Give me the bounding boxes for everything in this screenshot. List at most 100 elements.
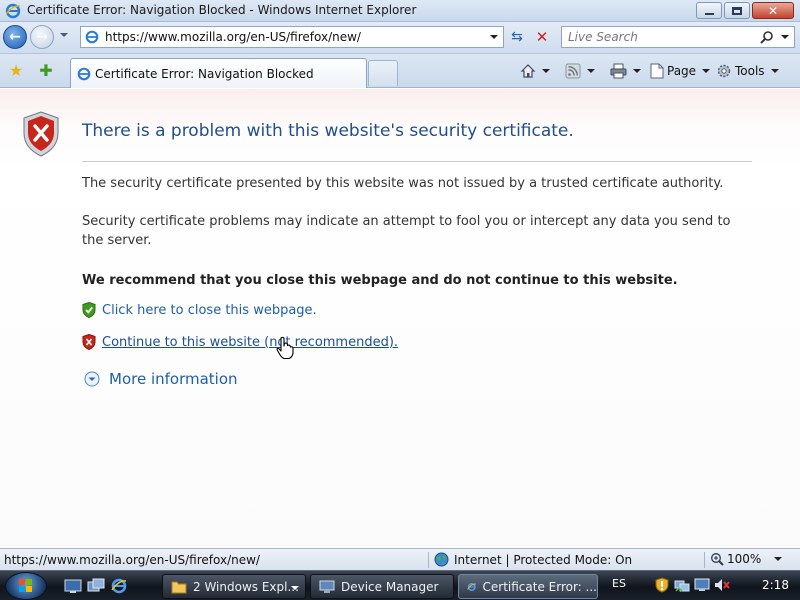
security-zone[interactable]: Internet | Protected Mode: On	[434, 552, 632, 567]
window-title: Certificate Error: Navigation Blocked - …	[27, 3, 417, 17]
back-button[interactable]: ←	[3, 25, 27, 49]
printer-icon	[610, 63, 627, 79]
recommendation-text: We recommend that you close this webpage…	[82, 273, 678, 288]
ie-logo-icon	[5, 3, 21, 19]
taskbar-item-label: Device Manager	[341, 579, 439, 594]
favorites-star-icon[interactable]: ★	[7, 62, 25, 80]
taskbar-item-label: Certificate Error: ...	[482, 579, 598, 594]
rss-feed-icon	[565, 63, 581, 79]
internet-explorer-icon	[467, 582, 476, 591]
more-information-label: More information	[109, 370, 238, 388]
status-separator	[704, 552, 705, 568]
page-dropdown-icon	[702, 69, 711, 73]
green-shield-check-icon	[82, 302, 96, 318]
home-button[interactable]	[520, 62, 550, 80]
page-content: There is a problem with this website's s…	[0, 89, 800, 548]
close-webpage-row: Click here to close this webpage.	[82, 302, 317, 318]
print-dropdown-icon[interactable]	[633, 69, 641, 73]
switch-windows-icon[interactable]	[87, 577, 105, 595]
taskbar-item-windows-explorer[interactable]: 2 Windows Expl...	[162, 574, 306, 599]
stop-icon: ✕	[535, 28, 549, 46]
maximize-button[interactable]	[724, 2, 750, 19]
system-clock[interactable]: 2:18	[762, 578, 789, 592]
internet-explorer-icon[interactable]	[110, 577, 128, 595]
tab-certificate-error[interactable]: Certificate Error: Navigation Blocked	[70, 58, 367, 88]
print-button[interactable]	[610, 62, 641, 80]
address-toolbar: ← → https://www.mozilla.org/en-US/firefo…	[0, 22, 800, 54]
minimize-icon	[704, 12, 714, 15]
hand-cursor-icon	[276, 336, 294, 360]
expand-chevron-icon	[84, 371, 100, 387]
forward-button[interactable]: →	[30, 25, 54, 49]
feeds-dropdown-icon[interactable]	[587, 69, 595, 73]
search-box[interactable]: Live Search	[561, 26, 795, 48]
new-tab-button[interactable]	[368, 60, 398, 86]
security-zone-label: Internet | Protected Mode: On	[454, 552, 633, 567]
network-status-icon[interactable]	[674, 577, 690, 593]
search-dropdown-icon[interactable]	[781, 35, 789, 39]
search-placeholder[interactable]: Live Search	[568, 30, 638, 44]
status-url: https://www.mozilla.org/en-US/firefox/ne…	[4, 553, 260, 567]
status-separator	[428, 552, 429, 568]
back-arrow-icon: ←	[9, 29, 21, 45]
security-center-shield-icon[interactable]	[654, 577, 670, 593]
zoom-magnifier-icon	[711, 553, 724, 566]
more-information-toggle[interactable]: More information	[84, 370, 238, 388]
recent-pages-dropdown[interactable]	[60, 33, 68, 37]
home-dropdown-icon[interactable]	[542, 69, 550, 73]
close-window-button[interactable]: ✕	[752, 2, 794, 19]
tools-dropdown-icon	[770, 69, 779, 73]
windows-logo-icon	[19, 579, 32, 592]
close-webpage-link[interactable]: Click here to close this webpage.	[102, 303, 317, 318]
page-menu[interactable]: Page	[650, 62, 711, 80]
ie-page-icon	[85, 30, 99, 44]
volume-muted-icon[interactable]	[714, 577, 730, 593]
zoom-dropdown-icon	[774, 557, 783, 561]
tools-menu-label: Tools	[735, 64, 765, 78]
taskbar-group-dropdown-icon	[291, 586, 299, 590]
taskbar-item-device-manager[interactable]: Device Manager	[310, 574, 454, 599]
address-url[interactable]: https://www.mozilla.org/en-US/firefox/ne…	[105, 30, 361, 44]
display-icon[interactable]	[694, 577, 710, 593]
minimize-button[interactable]	[696, 2, 722, 19]
page-icon	[650, 63, 664, 79]
search-icon[interactable]	[760, 30, 774, 44]
continue-to-website-link[interactable]: Continue to this website (not recommende…	[102, 335, 398, 350]
input-language-indicator[interactable]: ES	[612, 577, 626, 590]
start-button[interactable]	[5, 572, 47, 600]
add-favorites-icon[interactable]: ✚	[37, 62, 55, 80]
page-menu-label: Page	[667, 64, 697, 78]
status-bar: https://www.mozilla.org/en-US/firefox/ne…	[0, 548, 800, 570]
ie-tab-icon	[77, 67, 91, 81]
zoom-level: 100%	[727, 552, 762, 566]
continue-row: Continue to this website (not recommende…	[82, 334, 398, 350]
taskbar-item-label: 2 Windows Expl...	[193, 579, 299, 594]
address-dropdown-icon[interactable]	[490, 35, 498, 39]
divider	[82, 161, 752, 162]
close-icon: ✕	[767, 3, 779, 18]
refresh-button[interactable]: ⇆	[507, 27, 527, 47]
home-icon	[520, 64, 536, 78]
address-bar[interactable]: https://www.mozilla.org/en-US/firefox/ne…	[80, 26, 504, 48]
globe-icon	[434, 552, 449, 567]
system-tray	[654, 577, 730, 593]
refresh-icon: ⇆	[511, 29, 523, 45]
feeds-button[interactable]	[565, 62, 595, 80]
warning-text: Security certificate problems may indica…	[82, 214, 731, 248]
tab-toolbar: ★ ✚ Certificate Error: Navigation Blocke…	[0, 54, 800, 88]
taskbar: 2 Windows Expl... Device Manager Certifi…	[0, 570, 800, 600]
zoom-control[interactable]: 100%	[710, 552, 783, 566]
tab-label: Certificate Error: Navigation Blocked	[95, 67, 314, 81]
restore-icon	[732, 6, 742, 15]
folder-icon	[171, 581, 187, 593]
certificate-issue-text: The security certificate presented by th…	[82, 176, 724, 191]
red-shield-x-icon	[82, 334, 96, 350]
show-desktop-icon[interactable]	[64, 577, 82, 595]
title-bar: Certificate Error: Navigation Blocked - …	[0, 0, 800, 22]
stop-button[interactable]: ✕	[532, 27, 552, 47]
taskbar-item-certificate-error[interactable]: Certificate Error: ...	[458, 574, 598, 599]
forward-arrow-icon: →	[36, 29, 48, 45]
device-manager-icon	[319, 580, 335, 593]
page-title: There is a problem with this website's s…	[82, 121, 574, 141]
tools-menu[interactable]: Tools	[716, 62, 779, 80]
